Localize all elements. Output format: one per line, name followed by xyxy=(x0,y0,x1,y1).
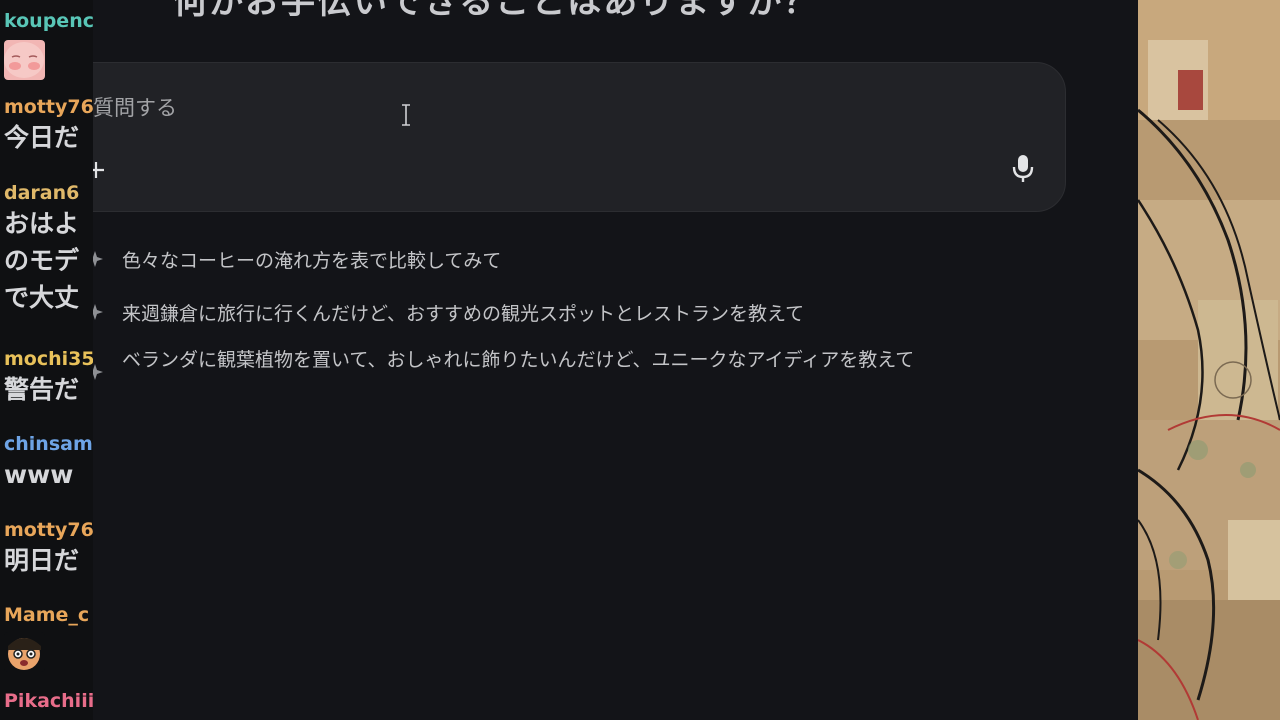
chat-username: motty76 xyxy=(4,519,93,541)
sparkle-icon xyxy=(93,364,103,380)
chat-username: Mame_c xyxy=(4,604,90,626)
plus-icon[interactable] xyxy=(93,160,105,180)
chat-username: motty76 xyxy=(4,96,93,118)
chat-message: motty76 明日だ xyxy=(4,519,93,581)
microphone-icon[interactable] xyxy=(1009,153,1037,185)
pink-face-emote xyxy=(4,40,45,80)
chat-message: chinsam www xyxy=(4,433,93,495)
suggestion-label: 来週鎌倉に旅行に行くんだけど、おすすめの観光スポットとレストランを教えて xyxy=(122,303,805,325)
chat-message: daran6 おはよ のモデ で大丈 xyxy=(4,182,79,318)
chat-text: おはよ xyxy=(4,209,80,238)
chat-message: Mame_c xyxy=(4,604,89,672)
chat-username: chinsam xyxy=(4,433,93,455)
chat-text: 明日だ xyxy=(4,546,80,575)
assistant-main-area: 何かお手伝いできることはありますか？ 質問する 色々なコーヒーの淹れ方を表で比較… xyxy=(93,0,1138,720)
chat-message: mochi35 警告だ xyxy=(4,348,93,410)
chat-text: 警告だ xyxy=(4,375,80,404)
sparkle-icon xyxy=(93,304,103,320)
chat-message: motty76 今日だ xyxy=(4,96,93,158)
stream-chat-panel: koupenc motty76 今日だ daran6 おはよ のモデ で大丈 m… xyxy=(0,0,93,720)
chat-username: mochi35 xyxy=(4,348,93,370)
chat-text: 今日だ xyxy=(4,123,80,152)
chat-username: koupenc xyxy=(4,10,93,32)
chat-text: のモデ xyxy=(4,246,80,275)
sparkle-icon xyxy=(93,251,103,267)
prompt-input-box[interactable] xyxy=(93,62,1066,212)
chat-message: koupenc xyxy=(4,10,93,80)
suggestion-label: ベランダに観葉植物を置いて、おしゃれに飾りたいんだけど、ユニークなアイディアを教… xyxy=(122,349,915,371)
chat-username: daran6 xyxy=(4,182,80,204)
text-cursor-icon xyxy=(402,104,410,126)
chat-username: Pikachiii xyxy=(4,690,93,712)
page-title: 何かお手伝いできることはありますか？ xyxy=(173,0,820,22)
chat-text: www xyxy=(4,460,74,489)
chat-message: Pikachiii xyxy=(4,690,93,712)
chat-text: で大丈 xyxy=(4,283,80,312)
background-artwork xyxy=(1138,0,1280,720)
prompt-input[interactable]: 質問する xyxy=(93,92,177,122)
suggestion-label: 色々なコーヒーの淹れ方を表で比較してみて xyxy=(122,250,502,272)
cartoon-face-emote xyxy=(4,632,45,672)
